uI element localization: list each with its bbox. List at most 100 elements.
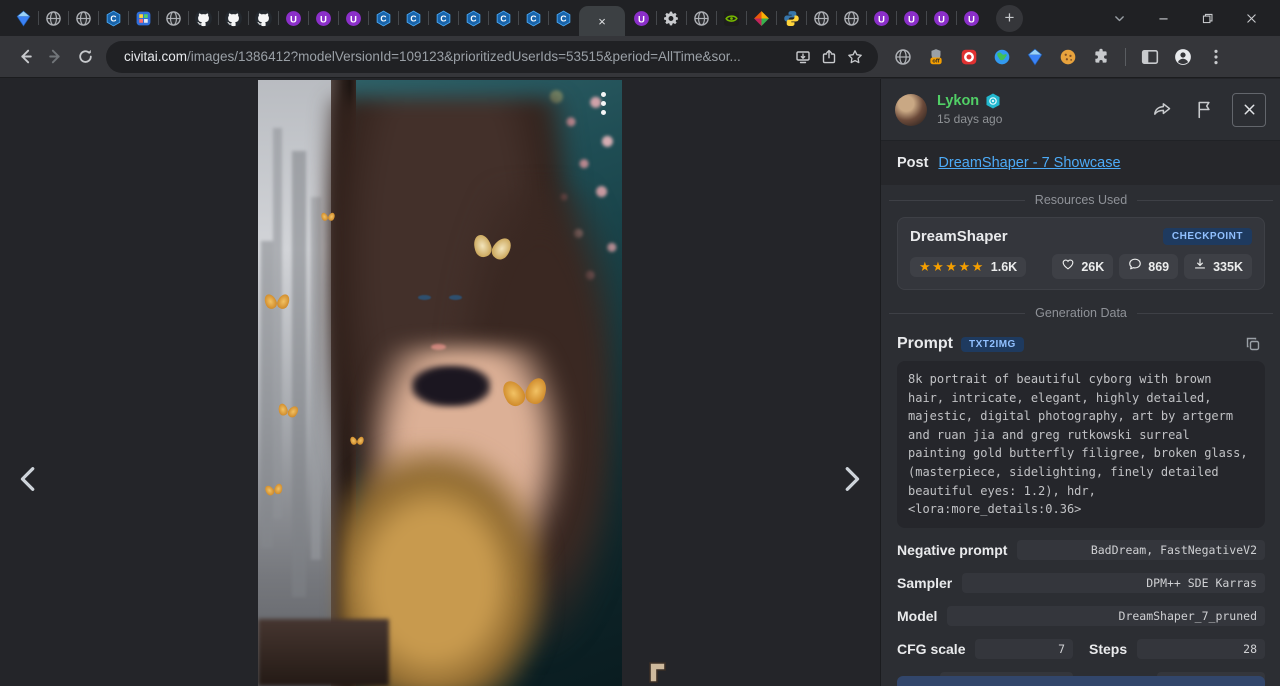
send-to-device-icon[interactable]: [790, 44, 816, 70]
meta-value: BadDream, FastNegativeV2: [1017, 540, 1265, 560]
ultralytics-u-favicon-tab[interactable]: U: [338, 0, 368, 36]
civitai-c-favicon-tab[interactable]: C: [98, 0, 128, 36]
window-controls: [1104, 3, 1280, 33]
reload-icon[interactable]: [70, 42, 100, 72]
post-link[interactable]: DreamShaper - 7 Showcase: [938, 155, 1120, 171]
forward-icon[interactable]: [40, 42, 70, 72]
resource-title[interactable]: DreamShaper: [910, 228, 1008, 245]
flag-icon[interactable]: [1190, 96, 1218, 124]
artwork-image[interactable]: [258, 80, 622, 686]
minimize-icon[interactable]: [1148, 3, 1178, 33]
post-row: Post DreamShaper - 7 Showcase: [881, 141, 1280, 185]
civitai-c-favicon-tab[interactable]: C: [488, 0, 518, 36]
svg-text:U: U: [878, 14, 885, 25]
ultralytics-u-favicon-tab[interactable]: U: [866, 0, 896, 36]
globe-ext-extension-icon[interactable]: [890, 44, 916, 70]
civitai-c-favicon-tab[interactable]: C: [458, 0, 488, 36]
generation-data-divider: Generation Data: [889, 306, 1273, 320]
comment-count: 869: [1148, 260, 1169, 274]
bookmark-star-icon[interactable]: [842, 44, 868, 70]
star-rating: ★★★★★: [919, 260, 985, 273]
earth-extension-icon[interactable]: [989, 44, 1015, 70]
menu-kebab-icon[interactable]: [1203, 44, 1229, 70]
cookie-extension-icon[interactable]: [1055, 44, 1081, 70]
butterfly-icon: [322, 212, 335, 223]
github-favicon-tab[interactable]: [218, 0, 248, 36]
tab-strip: CUUUCCCCCCC × UUUUU +: [0, 0, 1280, 36]
butterfly-icon: [351, 436, 364, 447]
prompt-label: Prompt: [897, 335, 953, 353]
civitai-c-favicon-tab[interactable]: C: [368, 0, 398, 36]
ultralytics-u-favicon-tab[interactable]: U: [278, 0, 308, 36]
svg-text:U: U: [320, 14, 327, 25]
star-rating-pill[interactable]: ★★★★★ 1.6K: [910, 257, 1026, 277]
svg-text:U: U: [350, 14, 357, 25]
python-favicon-tab[interactable]: [776, 0, 806, 36]
ultralytics-u-favicon-tab[interactable]: U: [308, 0, 338, 36]
star-icon: ★: [945, 259, 958, 274]
tab-search-chevron-icon[interactable]: [1104, 3, 1134, 33]
download-icon: [1193, 257, 1207, 276]
civitai-gem-extension-icon[interactable]: [1022, 44, 1048, 70]
github-favicon-tab[interactable]: [248, 0, 278, 36]
github-favicon-tab[interactable]: [188, 0, 218, 36]
heart-stat-pill[interactable]: 26K: [1052, 254, 1113, 279]
ultralytics-u-favicon-tab[interactable]: U: [896, 0, 926, 36]
avatar[interactable]: [895, 94, 927, 126]
copy-icon[interactable]: [1241, 332, 1265, 356]
share-icon[interactable]: [816, 44, 842, 70]
svg-text:U: U: [638, 14, 645, 25]
civitai-c-favicon-tab[interactable]: C: [548, 0, 578, 36]
globe-favicon-tab[interactable]: [158, 0, 188, 36]
globe-favicon-tab[interactable]: [806, 0, 836, 36]
civitai-c-favicon-tab[interactable]: C: [518, 0, 548, 36]
meta-label: Model: [897, 608, 937, 624]
comment-stat-pill[interactable]: 869: [1119, 254, 1178, 279]
tab-close-icon[interactable]: ×: [598, 15, 606, 28]
resource-card[interactable]: DreamShaper CHECKPOINT ★★★★★ 1.6K 26K869…: [897, 217, 1265, 290]
heart-count: 26K: [1081, 260, 1104, 274]
civitai-c-favicon-tab[interactable]: C: [428, 0, 458, 36]
restore-icon[interactable]: [1192, 3, 1222, 33]
gear-favicon-tab[interactable]: [656, 0, 686, 36]
next-image-button[interactable]: [828, 455, 874, 503]
previous-image-button[interactable]: [6, 455, 52, 503]
extensions-puzzle-icon[interactable]: [1088, 44, 1114, 70]
globe-favicon-tab[interactable]: [38, 0, 68, 36]
back-icon[interactable]: [10, 42, 40, 72]
close-sidebar-button[interactable]: [1232, 93, 1266, 127]
globe-favicon-tab[interactable]: [686, 0, 716, 36]
prompt-text[interactable]: 8k portrait of beautiful cyborg with bro…: [897, 361, 1265, 528]
civitai-c-favicon-tab[interactable]: C: [398, 0, 428, 36]
civitai-gem-favicon-tab[interactable]: [8, 0, 38, 36]
copy-generation-data-button[interactable]: [897, 676, 1265, 686]
globe-favicon-tab[interactable]: [68, 0, 98, 36]
share-arrow-icon[interactable]: [1148, 96, 1176, 124]
download-stat-pill[interactable]: 335K: [1184, 254, 1252, 279]
shield-off-extension-icon[interactable]: off: [923, 44, 949, 70]
comment-icon: [1128, 257, 1142, 276]
opera-red-extension-icon[interactable]: [956, 44, 982, 70]
gem-multicolor-favicon-tab[interactable]: [746, 0, 776, 36]
ultralytics-u-favicon-tab[interactable]: U: [956, 0, 986, 36]
svg-text:C: C: [470, 13, 476, 23]
image-options-menu-icon[interactable]: [599, 90, 608, 117]
ultralytics-u-favicon-tab[interactable]: U: [626, 0, 656, 36]
side-panel-icon[interactable]: [1137, 44, 1163, 70]
svg-text:U: U: [908, 14, 915, 25]
txt2img-badge: TXT2IMG: [961, 337, 1024, 352]
address-bar[interactable]: civitai.com/images/1386412?modelVersionI…: [106, 41, 878, 73]
globe-favicon-tab[interactable]: [836, 0, 866, 36]
active-tab[interactable]: ×: [579, 6, 625, 36]
app-grid-favicon-tab[interactable]: [128, 0, 158, 36]
close-icon[interactable]: [1236, 3, 1266, 33]
profile-icon[interactable]: [1170, 44, 1196, 70]
rating-count: 1.6K: [991, 260, 1017, 274]
image-viewer-stage: [0, 79, 880, 686]
meta-row: CFG scale7: [897, 638, 1073, 661]
ultralytics-u-favicon-tab[interactable]: U: [926, 0, 956, 36]
username-link[interactable]: Lykon: [937, 93, 979, 110]
image-detail-sidebar: Lykon 15 days ago Post DreamShaper - 7 S…: [880, 79, 1280, 686]
new-tab-button[interactable]: +: [996, 5, 1023, 32]
nvidia-favicon-tab[interactable]: [716, 0, 746, 36]
